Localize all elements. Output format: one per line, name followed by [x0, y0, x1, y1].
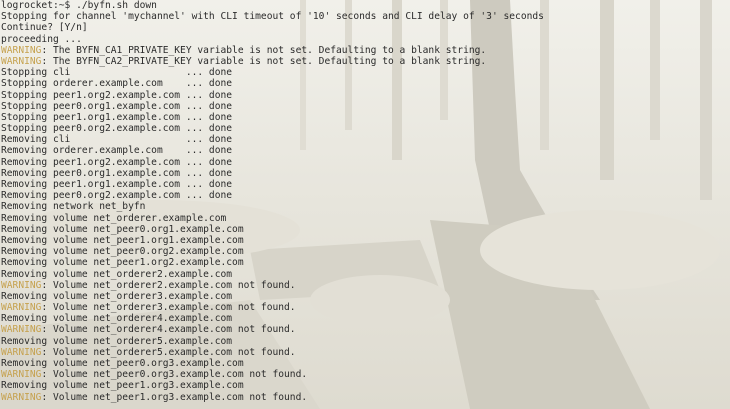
terminal-line-text: : Volume net_orderer4.example.com not fo… [41, 324, 296, 336]
terminal-line: WARNING: Volume net_orderer5.example.com… [1, 347, 730, 358]
terminal-line: Removing volume net_peer0.org1.example.c… [1, 224, 730, 235]
terminal-line-text: : Volume net_orderer2.example.com not fo… [41, 279, 296, 291]
terminal-line: Removing volume net_orderer4.example.com [1, 313, 730, 324]
terminal-line-text: Stopping peer0.org2.example.com ... done [1, 123, 233, 135]
terminal-line: WARNING: Volume net_orderer2.example.com… [1, 280, 730, 291]
terminal-line: Removing peer0.org2.example.com ... done [1, 190, 730, 201]
terminal-line-text: : Volume net_orderer5.example.com not fo… [41, 346, 296, 358]
terminal-line: Removing volume net_peer1.org1.example.c… [1, 235, 730, 246]
terminal-line: Removing volume net_peer1.org2.example.c… [1, 257, 730, 268]
terminal-line-text: Stopping peer0.org1.example.com ... done [1, 100, 233, 112]
terminal-line-text: : The BYFN_CA2_PRIVATE_KEY variable is n… [41, 55, 487, 67]
terminal-line-text: Removing volume net_peer0.org1.example.c… [1, 223, 244, 235]
terminal-line-text: Removing volume net_orderer.example.com [1, 212, 227, 224]
terminal-line: Stopping peer1.org1.example.com ... done [1, 112, 730, 123]
terminal-line-text: : The BYFN_CA1_PRIVATE_KEY variable is n… [41, 44, 487, 56]
terminal-line-text: Removing volume net_peer0.org2.example.c… [1, 246, 244, 258]
terminal-line-text: proceeding ... [1, 33, 82, 45]
terminal-line-text: Stopping peer1.org2.example.com ... done [1, 89, 233, 101]
terminal-line: Stopping peer1.org2.example.com ... done [1, 90, 730, 101]
terminal-line: Stopping for channel 'mychannel' with CL… [1, 11, 730, 22]
terminal-line: Removing volume net_peer1.org3.example.c… [1, 380, 730, 391]
terminal-line-text: Stopping for channel 'mychannel' with CL… [1, 11, 544, 23]
terminal-line: WARNING: Volume net_peer0.org3.example.c… [1, 369, 730, 380]
terminal-line-text: Removing peer1.org1.example.com ... done [1, 179, 233, 190]
terminal-line-text: Removing volume net_peer1.org1.example.c… [1, 234, 244, 246]
terminal-line: Removing cli ... done [1, 134, 730, 145]
terminal-line-text: : Volume net_orderer3.example.com not fo… [41, 302, 296, 314]
terminal-line-text: : Volume net_peer0.org3.example.com not … [41, 369, 308, 381]
warning-label: WARNING [1, 44, 42, 56]
terminal-line-text: Removing volume net_orderer2.example.com [1, 268, 233, 280]
terminal-line-text: logrocket:~$ ./byfn.sh down [1, 0, 157, 11]
terminal-line: Removing orderer.example.com ... done [1, 145, 730, 156]
terminal-line: Removing volume net_orderer3.example.com [1, 291, 730, 302]
terminal-line-text: Stopping cli ... done [1, 67, 233, 79]
terminal-line-text: Removing volume net_orderer4.example.com [1, 313, 233, 325]
warning-label: WARNING [1, 55, 42, 67]
terminal-line-text: Removing orderer.example.com ... done [1, 145, 233, 157]
warning-label: WARNING [1, 346, 42, 358]
terminal-line-text: Removing cli ... done [1, 134, 233, 146]
terminal-line: Removing volume net_peer0.org2.example.c… [1, 246, 730, 257]
terminal-line: WARNING: The BYFN_CA1_PRIVATE_KEY variab… [1, 45, 730, 56]
terminal-line: Removing network net_byfn [1, 201, 730, 212]
terminal-output[interactable]: logrocket:~$ ./byfn.sh down Stopping for … [0, 0, 730, 409]
terminal-line-text: Removing volume net_peer0.org3.example.c… [1, 358, 244, 369]
warning-label: WARNING [1, 391, 42, 403]
terminal-line: Removing volume net_orderer.example.com [1, 213, 730, 224]
terminal-line: Removing volume net_peer0.org3.example.c… [1, 358, 730, 369]
warning-label: WARNING [1, 279, 42, 291]
terminal-line: WARNING: Volume net_orderer4.example.com… [1, 324, 730, 335]
terminal-line: WARNING: Volume net_orderer3.example.com… [1, 302, 730, 313]
terminal-line: logrocket:~$ ./byfn.sh down [1, 0, 730, 11]
terminal-line: Stopping peer0.org1.example.com ... done [1, 101, 730, 112]
terminal-line-text: Removing peer0.org2.example.com ... done [1, 190, 233, 202]
terminal-line: Stopping peer0.org2.example.com ... done [1, 123, 730, 134]
terminal-line: WARNING: Volume net_peer1.org3.example.c… [1, 392, 730, 403]
terminal-line-text: : Volume net_peer1.org3.example.com not … [41, 391, 308, 403]
warning-label: WARNING [1, 324, 42, 336]
terminal-line: Continue? [Y/n] [1, 22, 730, 33]
warning-label: WARNING [1, 302, 42, 314]
terminal-line-text: Removing volume net_peer1.org3.example.c… [1, 380, 244, 392]
terminal-line: Removing peer1.org1.example.com ... done [1, 179, 730, 190]
warning-label: WARNING [1, 369, 42, 381]
terminal-line: Stopping cli ... done [1, 67, 730, 78]
terminal-line: Removing volume net_orderer2.example.com [1, 269, 730, 280]
terminal-line-text: Removing peer0.org1.example.com ... done [1, 167, 233, 179]
terminal-line-text: Removing volume net_peer1.org2.example.c… [1, 257, 244, 269]
terminal-line: Removing peer0.org1.example.com ... done [1, 168, 730, 179]
terminal-line-text: Removing volume net_orderer5.example.com [1, 335, 233, 347]
terminal-line: Removing volume net_orderer5.example.com [1, 336, 730, 347]
terminal-line: Removing peer1.org2.example.com ... done [1, 157, 730, 168]
terminal-line-text: Continue? [Y/n] [1, 22, 88, 34]
terminal-line-text: Stopping orderer.example.com ... done [1, 78, 233, 90]
terminal-line: Stopping orderer.example.com ... done [1, 78, 730, 89]
terminal-line-text: Removing peer1.org2.example.com ... done [1, 156, 233, 168]
terminal-line-text: Removing volume net_orderer3.example.com [1, 290, 233, 302]
terminal-line: proceeding ... [1, 34, 730, 45]
terminal-line-text: Stopping peer1.org1.example.com ... done [1, 111, 233, 123]
terminal-line-text: Removing network net_byfn [1, 201, 146, 213]
terminal-line: WARNING: The BYFN_CA2_PRIVATE_KEY variab… [1, 56, 730, 67]
